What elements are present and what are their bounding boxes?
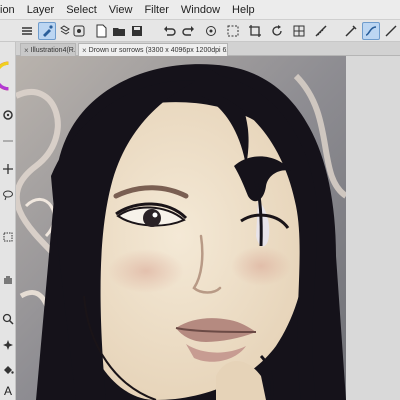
menu-select[interactable]: Select — [60, 0, 103, 20]
tab-label: Illustration4(R... — [30, 46, 76, 54]
tab-illustration4[interactable]: × Illustration4(R... — [20, 43, 76, 56]
stroke-icon[interactable] — [342, 22, 360, 40]
canvas-area[interactable] — [16, 56, 400, 400]
app-window: ion Layer Select View Filter Window Help — [0, 0, 400, 400]
new-file-icon[interactable] — [92, 22, 110, 40]
close-icon[interactable]: × — [82, 44, 87, 56]
view-settings-icon[interactable] — [70, 22, 88, 40]
open-file-icon[interactable] — [110, 22, 128, 40]
menu-icon[interactable] — [18, 22, 36, 40]
rotate-icon[interactable] — [268, 22, 286, 40]
tab-label: Drown ur sorrows (3300 x 4096px 1200dpi … — [88, 46, 227, 54]
menu-view[interactable]: View — [103, 0, 139, 20]
deselect-icon[interactable] — [224, 22, 242, 40]
command-bar — [0, 20, 400, 42]
redo-icon[interactable] — [180, 22, 198, 40]
brush-settings-icon[interactable] — [38, 22, 56, 40]
hand-icon[interactable] — [1, 272, 15, 286]
undo-icon[interactable] — [160, 22, 178, 40]
menu-bar: ion Layer Select View Filter Window Help — [0, 0, 400, 20]
menu-layer[interactable]: Layer — [21, 0, 61, 20]
palette-divider-icon — [1, 134, 15, 148]
curve-tool-icon[interactable] — [362, 22, 380, 40]
artwork-illustration — [16, 56, 346, 400]
menu-window[interactable]: Window — [175, 0, 226, 20]
tool-palette: A — [0, 42, 16, 400]
eyedropper-icon[interactable] — [1, 108, 15, 122]
tab-drown-ur-sorrows[interactable]: × Drown ur sorrows (3300 x 4096px 1200dp… — [78, 43, 228, 56]
lasso-icon[interactable] — [1, 188, 15, 202]
ruler-icon[interactable] — [312, 22, 330, 40]
line-icon[interactable] — [382, 22, 400, 40]
document-tab-strip: × Illustration4(R... × Drown ur sorrows … — [16, 42, 400, 56]
artwork-canvas[interactable] — [16, 56, 346, 400]
menu-help[interactable]: Help — [226, 0, 261, 20]
menu-file-partial[interactable]: ion — [0, 0, 21, 20]
menu-filter[interactable]: Filter — [138, 0, 174, 20]
zoom-icon[interactable] — [1, 312, 15, 326]
selection-icon[interactable] — [1, 230, 15, 244]
move-icon[interactable] — [1, 162, 15, 176]
save-icon[interactable] — [128, 22, 146, 40]
decoration-icon[interactable] — [1, 338, 15, 352]
crop-icon[interactable] — [246, 22, 264, 40]
grid-icon[interactable] — [290, 22, 308, 40]
transform-icon[interactable] — [202, 22, 220, 40]
close-icon[interactable]: × — [24, 44, 29, 56]
color-wheel-icon[interactable] — [0, 56, 10, 96]
text-icon[interactable]: A — [1, 384, 15, 398]
fill-icon[interactable] — [1, 362, 15, 376]
